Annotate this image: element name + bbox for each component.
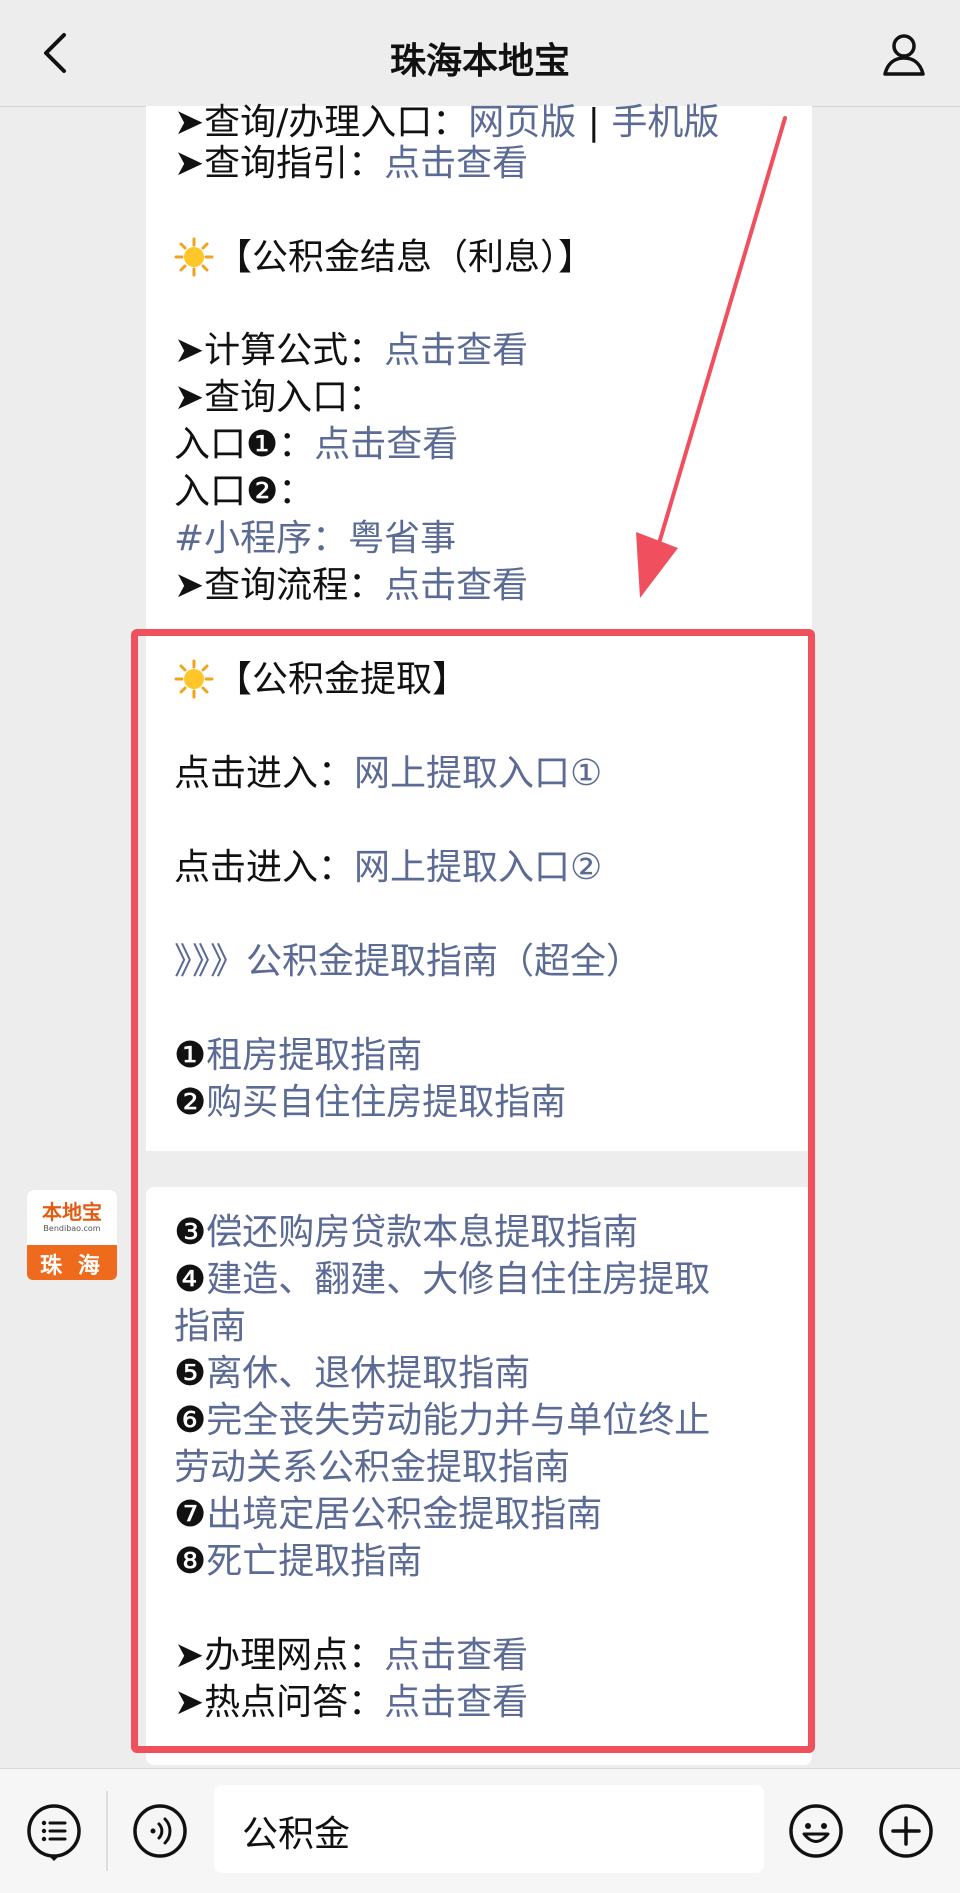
disability-guide-link-cont[interactable]: 劳动关系公积金提取指南 [174,1447,570,1488]
message-line: ➤办理网点：点击查看 [174,1633,528,1679]
repay-loan-guide-link[interactable]: 偿还购房贷款本息提取指南 [206,1212,638,1253]
menu-button[interactable] [22,1799,86,1863]
message-line: ❺离休、退休提取指南 [174,1351,530,1397]
message-line: ❼出境定居公积金提取指南 [174,1492,602,1538]
line-label: ❼ [174,1494,207,1535]
message-line: ➤热点问答：点击查看 [174,1680,528,1726]
message-line: 点击进入：网上提取入口① [174,751,602,797]
message-line: ❽死亡提取指南 [174,1539,422,1585]
line-label: ❸ [174,1212,207,1253]
annotation-arrow [636,116,787,598]
line-label: 点击进入： [174,753,355,794]
divider [106,1791,108,1871]
withdraw-guide-link[interactable]: 》》》公积金提取指南（超全） [174,941,642,982]
voice-icon [133,1804,187,1858]
plus-icon [879,1804,933,1858]
message-line: ❻完全丧失劳动能力并与单位终止 [174,1398,710,1444]
line-label: ➤热点问答： [174,1682,385,1723]
build-guide-link[interactable]: 建造、翻建、大修自住住房提取 [206,1259,710,1300]
line-label: ❻ [174,1400,207,1441]
message-input[interactable]: 公积金 [214,1785,764,1873]
rent-guide-link[interactable]: 租房提取指南 [206,1035,422,1076]
emigrate-guide-link[interactable]: 出境定居公积金提取指南 [206,1494,602,1535]
list-menu-icon [27,1804,81,1861]
message-bubble: ❸偿还购房贷款本息提取指南 ❹建造、翻建、大修自住住房提取 指南 ❺离休、退休提… [146,1187,812,1765]
emoji-icon [789,1804,843,1858]
message-line: ❶租房提取指南 [174,1033,422,1079]
avatar-city: 珠 海 [40,1254,104,1279]
line-label: ➤办理网点： [174,1635,385,1676]
avatar[interactable]: 本地宝 Bendibao.com 珠 海 [27,1190,117,1280]
message-line: ❸偿还购房贷款本息提取指南 [174,1210,638,1256]
plus-button[interactable] [874,1799,938,1863]
build-guide-link-cont[interactable]: 指南 [174,1306,246,1347]
input-text: 公积金 [242,1814,351,1855]
line-label: ❷ [174,1082,207,1123]
faq-link[interactable]: 点击查看 [384,1682,528,1723]
message-line: ❹建造、翻建、大修自住住房提取 [174,1257,710,1303]
message-line: ❷购买自住住房提取指南 [174,1080,566,1126]
line-label: ❹ [174,1259,207,1300]
service-outlets-link[interactable]: 点击查看 [384,1635,528,1676]
disability-guide-link[interactable]: 完全丧失劳动能力并与单位终止 [206,1400,710,1441]
avatar-domain: Bendibao.com [43,1224,101,1233]
purchase-guide-link[interactable]: 购买自住住房提取指南 [206,1082,566,1123]
line-label: 点击进入： [174,847,355,888]
message-line: 劳动关系公积金提取指南 [174,1445,570,1491]
emoji-button[interactable] [784,1799,848,1863]
message-line: 》》》公积金提取指南（超全） [174,939,642,985]
online-withdraw-entry-1-link[interactable]: 网上提取入口① [354,753,602,794]
input-bar: 公积金 [0,1768,960,1893]
line-label: ❶ [174,1035,207,1076]
voice-button[interactable] [128,1799,192,1863]
online-withdraw-entry-2-link[interactable]: 网上提取入口② [354,847,602,888]
death-guide-link[interactable]: 死亡提取指南 [206,1541,422,1582]
line-label: ❺ [174,1353,207,1394]
line-label: ❽ [174,1541,207,1582]
retire-guide-link[interactable]: 离休、退休提取指南 [206,1353,530,1394]
avatar-brand: 本地宝 [42,1202,102,1224]
message-line: 点击进入：网上提取入口② [174,845,602,891]
message-line: 指南 [174,1304,246,1350]
